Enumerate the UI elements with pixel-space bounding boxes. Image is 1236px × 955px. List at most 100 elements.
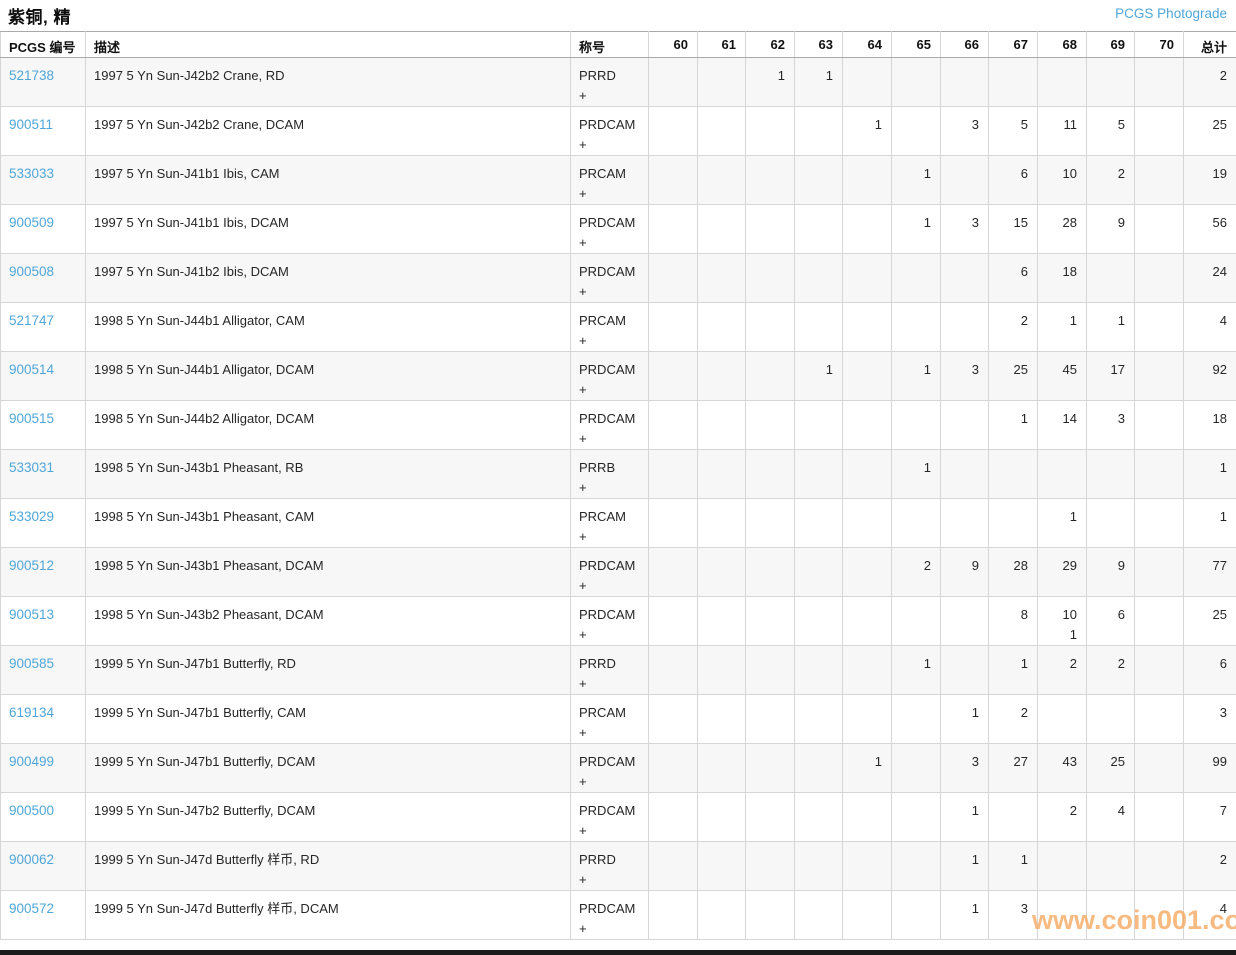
grade-count xyxy=(900,66,931,86)
grade-plus-count xyxy=(1095,821,1125,841)
grade-count: 3 xyxy=(1095,409,1125,429)
grade-plus-count xyxy=(706,821,736,841)
grade-cell xyxy=(892,597,941,646)
pcgs-number-link[interactable]: 533029 xyxy=(9,509,54,524)
grade-count xyxy=(754,556,785,576)
total-cell: 6 xyxy=(1184,646,1236,695)
pcgs-number-cell: 900572 xyxy=(1,891,86,940)
pcgs-number-link[interactable]: 900572 xyxy=(9,901,54,916)
grade-plus-count xyxy=(754,478,785,498)
grade-count xyxy=(803,899,833,919)
grade-count xyxy=(754,801,785,821)
grade-plus-count xyxy=(997,184,1028,204)
pcgs-number-link[interactable]: 900585 xyxy=(9,656,54,671)
table-row: 9005851999 5 Yn Sun-J47b1 Butterfly, RDP… xyxy=(1,646,1236,695)
pcgs-number-link[interactable]: 521738 xyxy=(9,68,54,83)
grade-count: 6 xyxy=(1095,605,1125,625)
grade-cell xyxy=(649,548,698,597)
grade-count: 3 xyxy=(949,752,979,772)
grade-plus-count xyxy=(1095,380,1125,400)
grade-count xyxy=(851,605,882,625)
designation-plus-label: + xyxy=(579,86,640,106)
grade-count xyxy=(803,311,833,331)
grade-plus-count xyxy=(803,184,833,204)
grade-plus-count xyxy=(900,331,931,351)
grade-plus-count xyxy=(851,527,882,547)
grade-plus-count xyxy=(706,86,736,106)
grade-plus-count xyxy=(657,674,688,694)
pcgs-number-link[interactable]: 900509 xyxy=(9,215,54,230)
grade-count xyxy=(706,654,736,674)
designation-plus-label: + xyxy=(579,772,640,792)
grade-count: 1 xyxy=(851,752,882,772)
grade-cell xyxy=(941,254,989,303)
pcgs-number-link[interactable]: 900500 xyxy=(9,803,54,818)
grade-cell: 3 xyxy=(1087,401,1135,450)
grade-plus-count xyxy=(657,86,688,106)
pcgs-number-link[interactable]: 900512 xyxy=(9,558,54,573)
col-header-total: 总计 xyxy=(1184,32,1236,58)
grade-plus-count xyxy=(754,135,785,155)
pcgs-number-link[interactable]: 521747 xyxy=(9,313,54,328)
table-row: 5217381997 5 Yn Sun-J42b2 Crane, RDPRRD+… xyxy=(1,58,1236,107)
grade-count: 1 xyxy=(851,115,882,135)
grade-count xyxy=(706,556,736,576)
pcgs-number-link[interactable]: 533031 xyxy=(9,460,54,475)
grade-cell xyxy=(746,499,795,548)
grade-cell xyxy=(941,597,989,646)
grade-cell xyxy=(795,254,843,303)
grade-count: 1 xyxy=(900,213,931,233)
grade-plus-count xyxy=(657,625,688,645)
pcgs-photograde-link[interactable]: PCGS Photograde xyxy=(1115,6,1227,21)
table-row: 9005121998 5 Yn Sun-J43b1 Pheasant, DCAM… xyxy=(1,548,1236,597)
grade-count xyxy=(706,458,736,478)
grade-count xyxy=(657,654,688,674)
grade-plus-count xyxy=(803,919,833,939)
grade-cell xyxy=(1135,107,1184,156)
grade-plus-count xyxy=(706,282,736,302)
pcgs-number-link[interactable]: 533033 xyxy=(9,166,54,181)
grade-count xyxy=(1046,458,1077,478)
grade-cell xyxy=(698,744,746,793)
grade-plus-count xyxy=(900,674,931,694)
grade-count xyxy=(1143,458,1174,478)
grade-count xyxy=(900,801,931,821)
grade-count xyxy=(803,409,833,429)
pcgs-number-link[interactable]: 900511 xyxy=(9,117,53,132)
designation-label: PRDCAM xyxy=(579,115,640,135)
total-cell: 92 xyxy=(1184,352,1236,401)
grade-count xyxy=(754,311,785,331)
grade-cell: 1 xyxy=(1038,499,1087,548)
pcgs-number-link[interactable]: 900499 xyxy=(9,754,54,769)
pcgs-number-cell: 900500 xyxy=(1,793,86,842)
pcgs-number-link[interactable]: 619134 xyxy=(9,705,54,720)
grade-count xyxy=(657,115,688,135)
grade-plus-count xyxy=(706,478,736,498)
grade-cell: 1 xyxy=(941,891,989,940)
pcgs-number-link[interactable]: 900508 xyxy=(9,264,54,279)
grade-cell xyxy=(698,793,746,842)
pcgs-number-link[interactable]: 900513 xyxy=(9,607,54,622)
grade-count: 17 xyxy=(1095,360,1125,380)
pcgs-number-link[interactable]: 900515 xyxy=(9,411,54,426)
grade-cell xyxy=(746,352,795,401)
grade-plus-count xyxy=(851,576,882,596)
col-header-grade-63: 63 xyxy=(795,32,843,58)
grade-cell xyxy=(746,695,795,744)
grade-count: 14 xyxy=(1046,409,1077,429)
grade-cell: 29 xyxy=(1038,548,1087,597)
grade-count xyxy=(1143,360,1174,380)
designation-plus-label: + xyxy=(579,478,640,498)
grade-cell: 25 xyxy=(1087,744,1135,793)
pcgs-number-link[interactable]: 900062 xyxy=(9,852,54,867)
grade-cell xyxy=(941,499,989,548)
grade-cell xyxy=(1135,597,1184,646)
grade-cell xyxy=(989,58,1038,107)
grade-plus-count xyxy=(706,772,736,792)
pcgs-number-link[interactable]: 900514 xyxy=(9,362,54,377)
grade-plus-count xyxy=(803,527,833,547)
grade-count xyxy=(706,605,736,625)
grade-plus-count xyxy=(706,331,736,351)
grade-cell: 3 xyxy=(941,352,989,401)
grade-count: 1 xyxy=(754,66,785,86)
